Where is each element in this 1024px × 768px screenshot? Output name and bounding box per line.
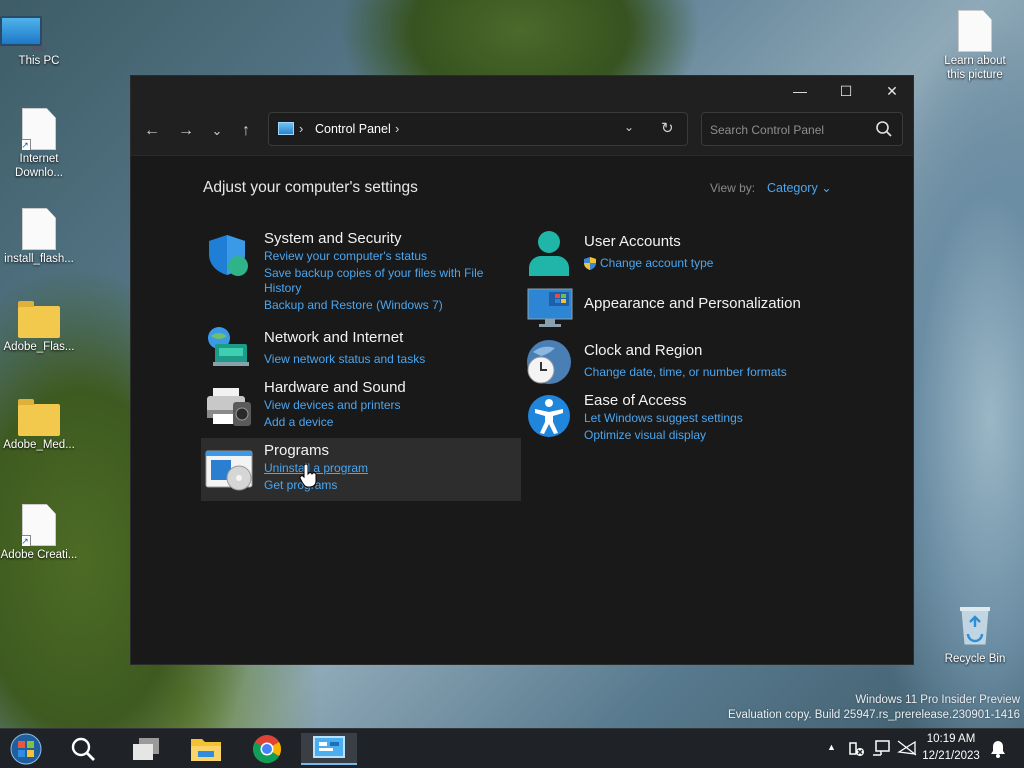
refresh-button[interactable]: ↻ — [661, 119, 674, 137]
category-programs[interactable]: Programs — [264, 442, 329, 459]
hand-cursor-icon — [299, 464, 317, 488]
start-button[interactable] — [6, 733, 46, 765]
taskbar-search-button[interactable] — [63, 733, 103, 765]
file-shortcut-icon: ↗ — [22, 108, 56, 150]
view-by-label: View by: — [710, 181, 756, 195]
link-add-device[interactable]: Add a device — [264, 415, 333, 430]
desktop-icon-label: Learn about this picture — [944, 55, 1006, 81]
taskbar-date[interactable]: 12/21/2023 — [916, 750, 986, 762]
control-panel-window: — ☐ ✕ ← → ⌄ ↑ › Control Panel › ⌄ ↻ Adju… — [130, 75, 914, 665]
desktop-icon-label: Adobe Creati... — [0, 549, 78, 561]
shield-icon[interactable] — [205, 232, 251, 278]
page-heading: Adjust your computer's settings — [203, 179, 418, 196]
forward-button[interactable]: → — [175, 120, 197, 142]
link-optimize-visual-display[interactable]: Optimize visual display — [584, 428, 706, 443]
desktop-icon-label: This PC — [18, 55, 60, 67]
search-icon[interactable] — [874, 119, 894, 139]
task-view-button[interactable] — [126, 733, 166, 765]
network-globe-icon[interactable] — [205, 324, 251, 370]
title-bar[interactable]: — ☐ ✕ — [131, 76, 913, 106]
desktop-icon-install-flash[interactable]: install_flash... — [0, 208, 78, 266]
file-icon — [958, 10, 992, 52]
category-user-accounts[interactable]: User Accounts — [584, 233, 681, 250]
link-network-status[interactable]: View network status and tasks — [264, 352, 425, 367]
category-network-and-internet[interactable]: Network and Internet — [264, 329, 403, 346]
folder-icon — [191, 739, 221, 761]
uac-shield-icon — [584, 257, 596, 270]
breadcrumb-control-panel[interactable]: Control Panel — [315, 122, 391, 136]
folder-icon — [18, 301, 60, 338]
recent-locations-button[interactable]: ⌄ — [206, 120, 228, 142]
programs-icon[interactable] — [205, 448, 255, 492]
printer-icon[interactable] — [205, 384, 253, 430]
link-save-backup[interactable]: Save backup copies of your files with Fi… — [264, 266, 483, 281]
navigation-toolbar: ← → ⌄ ↑ › Control Panel › ⌄ ↻ — [131, 106, 913, 156]
search-icon — [71, 737, 95, 761]
task-view-icon — [133, 738, 159, 760]
taskbar-time[interactable]: 10:19 AM — [916, 733, 986, 745]
close-button[interactable]: ✕ — [869, 76, 915, 106]
link-save-backup-continued[interactable]: History — [264, 281, 301, 296]
desktop-icon-adobe-flash-folder[interactable]: Adobe_Flas... — [0, 301, 78, 354]
file-explorer-button[interactable] — [186, 733, 226, 765]
category-clock-and-region[interactable]: Clock and Region — [584, 342, 702, 359]
volume-muted-icon[interactable] — [897, 740, 917, 756]
category-hardware-and-sound[interactable]: Hardware and Sound — [264, 379, 406, 396]
desktop-icon-learn-about-picture[interactable]: Learn about this picture — [936, 10, 1014, 82]
view-by-dropdown[interactable]: Category ⌄ — [767, 180, 832, 195]
link-change-date-time[interactable]: Change date, time, or number formats — [584, 365, 787, 380]
folder-icon — [18, 399, 60, 436]
desktop-icon-adobe-media-folder[interactable]: Adobe_Med... — [0, 399, 78, 452]
usb-device-icon[interactable] — [848, 740, 866, 758]
link-change-account-type[interactable]: Change account type — [600, 256, 713, 271]
control-panel-icon — [313, 736, 345, 758]
search-input[interactable] — [710, 121, 870, 139]
evaluation-watermark-line1: Windows 11 Pro Insider Preview — [855, 694, 1020, 706]
notification-bell-icon[interactable] — [990, 740, 1006, 758]
desktop-icon-this-pc[interactable]: This PC — [0, 12, 78, 68]
network-icon[interactable] — [872, 739, 892, 757]
address-dropdown-button[interactable]: ⌄ — [624, 120, 634, 134]
category-appearance-and-personalization[interactable]: Appearance and Personalization — [584, 295, 801, 312]
user-accounts-icon[interactable] — [527, 230, 571, 278]
file-icon — [22, 208, 56, 250]
desktop-icon-adobe-creative[interactable]: ↗ Adobe Creati... — [0, 504, 78, 562]
search-box[interactable] — [701, 112, 903, 146]
breadcrumb-separator: › — [299, 121, 304, 136]
maximize-button[interactable]: ☐ — [823, 76, 869, 106]
link-devices-printers[interactable]: View devices and printers — [264, 398, 401, 413]
category-system-and-security[interactable]: System and Security — [264, 230, 402, 247]
control-panel-taskbar-button[interactable] — [301, 733, 357, 765]
breadcrumb-chevron[interactable]: › — [395, 121, 399, 136]
clock-globe-icon[interactable] — [523, 338, 573, 388]
control-panel-icon — [278, 122, 294, 135]
minimize-button[interactable]: — — [777, 76, 823, 106]
desktop-icon-label: Adobe_Flas... — [3, 341, 75, 353]
chrome-button[interactable] — [247, 733, 287, 765]
chrome-icon — [252, 735, 281, 764]
link-backup-restore[interactable]: Backup and Restore (Windows 7) — [264, 298, 443, 313]
show-hidden-icons-button[interactable]: ▲ — [827, 742, 836, 752]
desktop-icon-label: Adobe_Med... — [3, 439, 75, 451]
link-review-status[interactable]: Review your computer's status — [264, 249, 427, 264]
desktop-icon-label: Recycle Bin — [944, 653, 1006, 665]
link-windows-suggest-settings[interactable]: Let Windows suggest settings — [584, 411, 743, 426]
windows-orb-icon — [10, 733, 42, 765]
recycle-bin-icon — [936, 604, 1014, 650]
desktop-icon-label: Internet Downlo... — [15, 153, 63, 179]
accessibility-icon[interactable] — [527, 392, 571, 440]
evaluation-watermark-line2: Evaluation copy. Build 25947.rs_prerelea… — [728, 709, 1020, 721]
desktop-icon-internet-download[interactable]: ↗ Internet Downlo... — [0, 108, 78, 180]
category-ease-of-access[interactable]: Ease of Access — [584, 392, 687, 409]
monitor-icon — [0, 16, 78, 52]
desktop-icon-label: install_flash... — [4, 253, 74, 265]
address-bar[interactable]: › Control Panel › ⌄ ↻ — [268, 112, 688, 146]
file-shortcut-icon: ↗ — [22, 504, 56, 546]
desktop-icon-recycle-bin[interactable]: Recycle Bin — [936, 604, 1014, 666]
appearance-monitor-icon[interactable] — [527, 288, 573, 328]
back-button[interactable]: ← — [141, 120, 163, 142]
up-button[interactable]: ↑ — [235, 120, 257, 142]
taskbar: ▲ 10:19 AM 12/21/2023 — [0, 728, 1024, 768]
